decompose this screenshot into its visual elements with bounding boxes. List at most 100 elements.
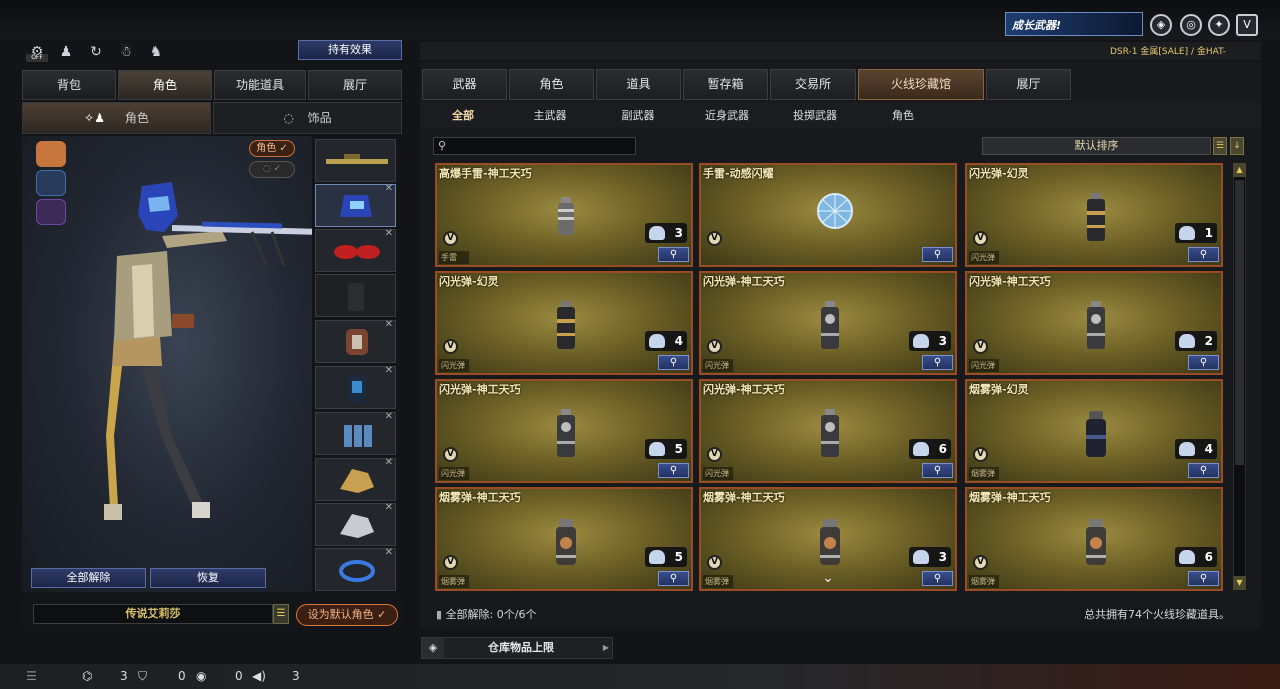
role-chip-secondary[interactable]: ◌ ✓ [249, 161, 295, 178]
arrow-right-icon: ▶ [602, 643, 609, 652]
item-count-badge: 3 [909, 547, 951, 567]
warehouse-capacity-button[interactable]: ◈ 仓库物品上限 ▶ [421, 637, 613, 659]
equip-slot-pet-silver[interactable]: ✕ [315, 502, 396, 546]
character-sparkle-icon: ✧♟ [84, 111, 105, 125]
magnify-button[interactable]: ⚲ [1188, 571, 1219, 586]
tab-showroom[interactable]: 展厅 [308, 70, 402, 100]
filter-melee[interactable]: 近身武器 [696, 106, 758, 126]
item-card[interactable]: 闪光弹-幻灵 V 闪光弹 4 ⚲ [435, 271, 693, 375]
item-card[interactable]: 烟雾弹-神工天巧 V 烟雾弹 6 ⚲ [965, 487, 1223, 591]
equip-slot-helmet[interactable]: ✕ [315, 183, 396, 227]
owners-icon [1179, 442, 1195, 456]
grenade-icon [551, 191, 581, 244]
equip-slot-vest[interactable] [315, 274, 396, 317]
subtab-accessories[interactable]: ◌ 饰品 [213, 102, 402, 134]
name-list-button[interactable]: ☰ [273, 604, 289, 624]
equip-slot-ammo[interactable]: ✕ [315, 411, 396, 455]
backpack-thumbnail [348, 375, 366, 403]
chat-icon[interactable]: ◉ [196, 669, 206, 683]
speaker-icon[interactable]: ◀) [252, 669, 266, 683]
owned-effects-button[interactable]: 持有效果 [298, 40, 402, 60]
magnify-button[interactable]: ⚲ [1188, 463, 1219, 478]
scroll-down-arrow[interactable]: ▼ [1233, 576, 1246, 590]
item-count-badge: 6 [909, 439, 951, 459]
equip-slot-backpack[interactable]: ✕ [315, 365, 396, 409]
equip-slot-weapon[interactable] [315, 139, 396, 182]
rotate-icon[interactable]: ↻ [86, 42, 106, 62]
item-card[interactable]: 烟雾弹-神工天巧 V 烟雾弹 5 ⚲ [435, 487, 693, 591]
filter-characters[interactable]: 角色 [880, 106, 926, 126]
settings-off-icon[interactable]: ⚙ OFF [26, 42, 48, 62]
magnify-button[interactable]: ⚲ [1188, 355, 1219, 370]
equip-slot-ring[interactable]: ✕ [315, 547, 396, 591]
magnify-button[interactable]: ⚲ [1188, 247, 1219, 262]
sort-direction-button[interactable]: ↓ [1230, 137, 1244, 155]
item-card[interactable]: 高爆手雷-神工天巧 V 手雷 3 ⚲ [435, 163, 693, 267]
magnify-button[interactable]: ⚲ [658, 355, 689, 370]
magnify-button[interactable]: ⚲ [922, 355, 953, 370]
tab-collection[interactable]: 火线珍藏馆 [858, 69, 984, 100]
tab-gallery[interactable]: 展厅 [986, 69, 1071, 100]
filter-primary[interactable]: 主武器 [520, 106, 580, 126]
search-input[interactable]: ⚲ [433, 137, 636, 155]
tab-character[interactable]: 角色 [118, 70, 212, 100]
tab-functional-items[interactable]: 功能道具 [214, 70, 306, 100]
count-a: 3 [120, 669, 128, 683]
tab-weapons[interactable]: 武器 [422, 69, 507, 100]
magnify-button[interactable]: ⚲ [922, 463, 953, 478]
globe-icon[interactable]: ◎ [1180, 14, 1202, 36]
badge-icon[interactable]: ✦ [1208, 14, 1230, 36]
role-type-toggle-1[interactable] [36, 141, 66, 167]
chevron-down-icon[interactable]: ⌄ [816, 570, 840, 586]
restore-button[interactable]: 恢复 [150, 568, 266, 588]
equip-slot-pet-gold[interactable]: ✕ [315, 457, 396, 501]
tab-characters[interactable]: 角色 [509, 69, 594, 100]
tab-storage[interactable]: 暂存箱 [683, 69, 768, 100]
item-type-label: 闪光弹 [969, 359, 999, 372]
character-name-field[interactable]: 传说艾莉莎 [33, 604, 273, 624]
scrollbar-thumb[interactable] [1235, 180, 1244, 465]
magnify-button[interactable]: ⚲ [922, 571, 953, 586]
pose-icon[interactable]: ☃ [116, 42, 136, 62]
equip-slot-gloves[interactable]: ✕ [315, 319, 396, 363]
filter-throwables[interactable]: 投掷武器 [784, 106, 846, 126]
total-items-text: 总共拥有74个火线珍藏道具。 [1084, 608, 1230, 621]
sort-list-button[interactable]: ☰ [1213, 137, 1227, 155]
menu-icon[interactable]: ☰ [26, 669, 37, 683]
sort-dropdown[interactable]: 默认排序 [982, 137, 1211, 155]
role-type-toggle-2[interactable] [36, 170, 66, 196]
filter-all[interactable]: 全部 [440, 106, 486, 126]
unequip-all-button[interactable]: 全部解除 [31, 568, 146, 588]
magnify-button[interactable]: ⚲ [658, 571, 689, 586]
item-card[interactable]: 烟雾弹-幻灵 V 烟雾弹 4 ⚲ [965, 379, 1223, 483]
item-card[interactable]: 闪光弹-神工天巧 V 闪光弹 6 ⚲ [699, 379, 957, 483]
subtab-character[interactable]: ✧♟ 角色 [22, 102, 211, 134]
magnify-button[interactable]: ⚲ [658, 247, 689, 262]
shield-icon[interactable]: ◈ [1150, 14, 1172, 36]
item-count: 5 [674, 442, 683, 456]
item-title: 高爆手雷-神工天巧 [439, 167, 532, 180]
tab-backpack[interactable]: 背包 [22, 70, 116, 100]
magnify-button[interactable]: ⚲ [658, 463, 689, 478]
v-badge-icon: V [443, 339, 458, 354]
tab-items[interactable]: 道具 [596, 69, 681, 100]
growth-weapon-banner[interactable]: 成长武器! [1005, 12, 1143, 36]
item-card[interactable]: 闪光弹-神工天巧 V 闪光弹 3 ⚲ [699, 271, 957, 375]
scroll-up-arrow[interactable]: ▲ [1233, 163, 1246, 177]
item-count-badge: 5 [645, 547, 687, 567]
set-default-character-button[interactable]: 设为默认角色 ✓ [296, 604, 398, 626]
equip-slot-goggles[interactable]: ✕ [315, 228, 396, 272]
role-chip[interactable]: 角色 ✓ [249, 140, 295, 157]
item-card[interactable]: 闪光弹-神工天巧 V 闪光弹 2 ⚲ [965, 271, 1223, 375]
filter-secondary[interactable]: 副武器 [608, 106, 668, 126]
item-card[interactable]: 闪光弹-幻灵 V 闪光弹 1 ⚲ [965, 163, 1223, 267]
magnify-button[interactable]: ⚲ [922, 247, 953, 262]
item-card[interactable]: 闪光弹-神工天巧 V 闪光弹 5 ⚲ [435, 379, 693, 483]
pet-icon[interactable]: ♞ [146, 42, 166, 62]
v-logo-icon[interactable]: V [1236, 14, 1258, 36]
team-icon[interactable]: ♟ [56, 42, 76, 62]
tab-exchange[interactable]: 交易所 [770, 69, 856, 100]
item-type-label: 烟雾弹 [439, 575, 469, 588]
item-card[interactable]: 手雷-动感闪耀 V ⚲ [699, 163, 957, 267]
role-type-toggle-3[interactable] [36, 199, 66, 225]
